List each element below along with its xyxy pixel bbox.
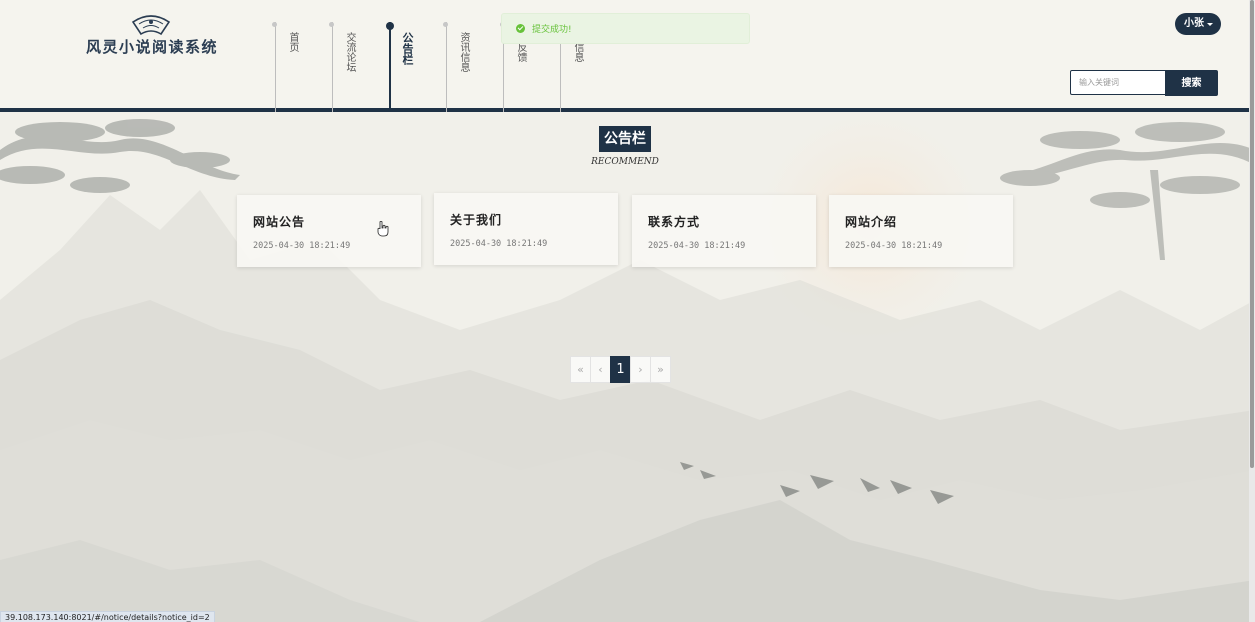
notice-card-title: 网站介绍: [845, 215, 898, 229]
fan-logo-icon: [131, 15, 171, 36]
nav-dot-active: [386, 22, 394, 30]
section-subtitle: RECOMMEND: [591, 157, 659, 167]
site-logo[interactable]: 风灵小说阅读系统: [86, 14, 219, 64]
notice-card-date: 2025-04-30 18:21:49: [253, 241, 351, 251]
user-name: 小张: [1184, 18, 1204, 29]
section-title: 公告栏: [599, 126, 651, 152]
notice-card-title: 关于我们: [450, 213, 503, 227]
status-bar-url: 39.108.173.140:8021/#/notice/details?not…: [0, 611, 215, 622]
notice-card-date: 2025-04-30 18:21:49: [648, 241, 746, 251]
nav-dot: [443, 22, 448, 27]
nav-item-home[interactable]: 首页: [272, 22, 332, 112]
search-input[interactable]: [1070, 70, 1166, 95]
vertical-scrollbar[interactable]: [1249, 0, 1255, 622]
prev-page-button[interactable]: ‹: [590, 356, 611, 383]
nav-dot: [329, 22, 334, 27]
nav-item-label: 交流论坛: [344, 32, 355, 72]
first-page-button[interactable]: «: [570, 356, 591, 383]
nav-item-notice[interactable]: 公告栏: [386, 22, 446, 112]
notice-card[interactable]: 网站介绍 2025-04-30 18:21:49: [829, 195, 1013, 267]
nav-item-label: 公告栏: [401, 32, 414, 65]
user-menu-button[interactable]: 小张: [1175, 13, 1221, 35]
nav-dot: [272, 22, 277, 27]
page-number-current[interactable]: 1: [610, 356, 631, 383]
hand-cursor-icon: [377, 221, 389, 237]
pagination: « ‹ 1 › »: [570, 356, 671, 383]
notice-card-date: 2025-04-30 18:21:49: [450, 239, 548, 249]
nav-item-label: 资讯信息: [458, 32, 469, 72]
last-page-button[interactable]: »: [650, 356, 671, 383]
search-button[interactable]: 搜索: [1165, 70, 1218, 96]
next-page-button[interactable]: ›: [630, 356, 651, 383]
nav-item-label: 首页: [287, 32, 298, 52]
app-title: 风灵小说阅读系统: [86, 38, 219, 56]
toast-message: 提交成功!: [532, 25, 572, 35]
success-check-icon: [516, 24, 525, 33]
success-toast: 提交成功!: [501, 13, 750, 44]
caret-down-icon: [1207, 23, 1213, 26]
notice-card[interactable]: 联系方式 2025-04-30 18:21:49: [632, 195, 816, 267]
scrollbar-thumb[interactable]: [1250, 0, 1254, 468]
notice-card-title: 网站公告: [253, 215, 306, 229]
notice-card-date: 2025-04-30 18:21:49: [845, 241, 943, 251]
nav-item-news[interactable]: 资讯信息: [443, 22, 503, 112]
notice-card-title: 联系方式: [648, 215, 701, 229]
notice-card[interactable]: 关于我们 2025-04-30 18:21:49: [434, 193, 618, 265]
notice-card[interactable]: 网站公告 2025-04-30 18:21:49: [237, 195, 421, 267]
nav-item-forum[interactable]: 交流论坛: [329, 22, 389, 112]
